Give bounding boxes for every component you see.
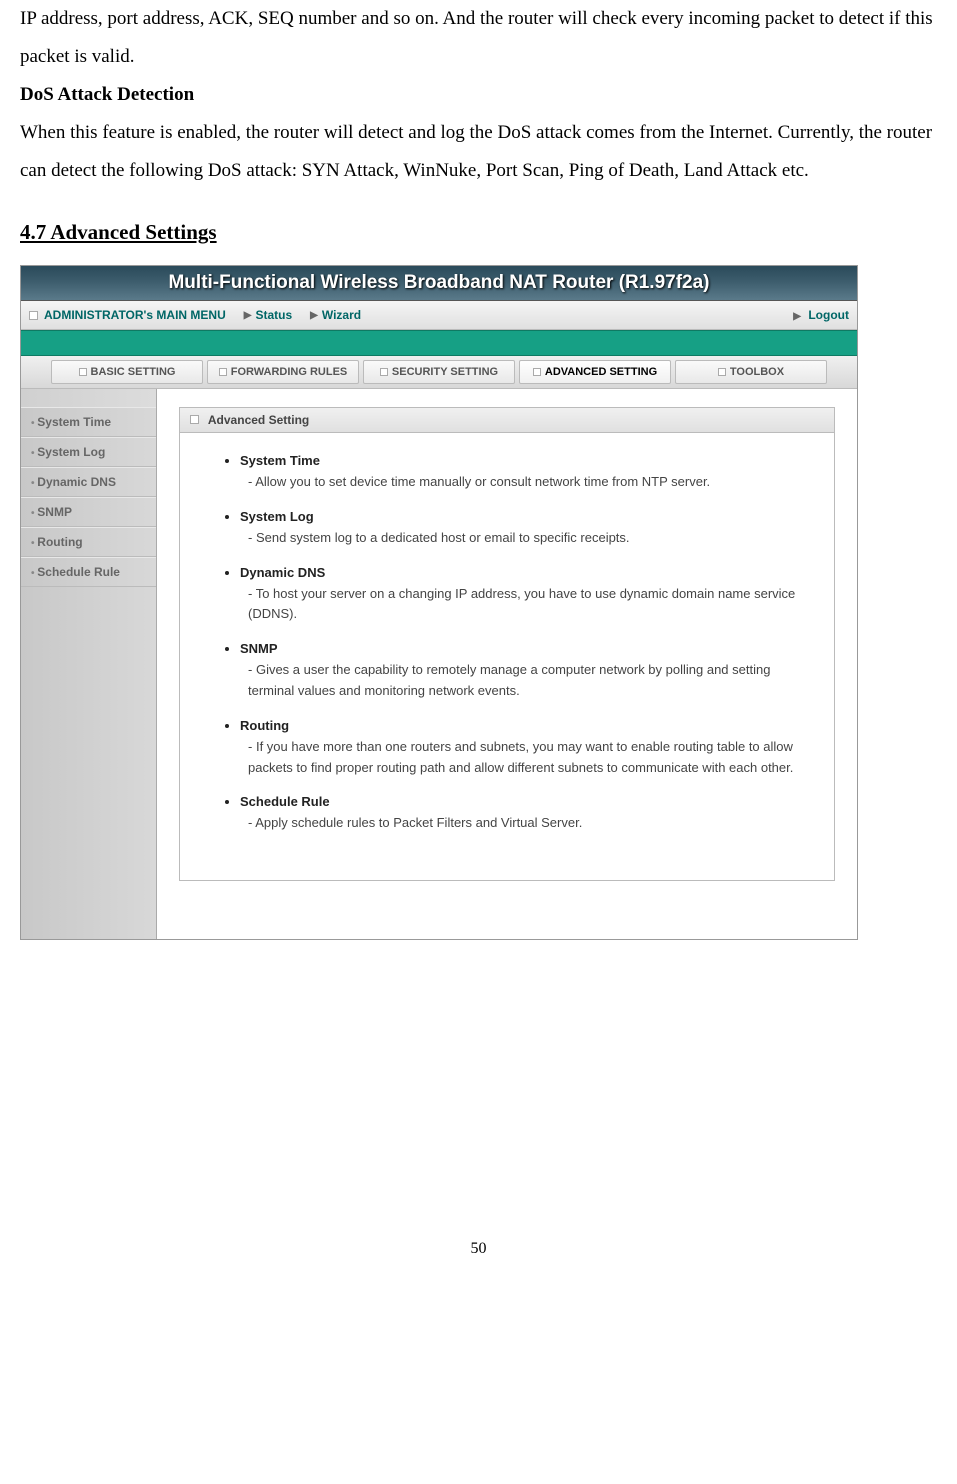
menu-logout[interactable]: Logout xyxy=(808,308,849,322)
desc-system-time: Allow you to set device time manually or… xyxy=(248,472,804,493)
item-system-time[interactable]: System Time xyxy=(240,453,804,468)
sidebar-item-dynamic-dns[interactable]: Dynamic DNS xyxy=(21,467,156,497)
sidebar-item-routing[interactable]: Routing xyxy=(21,527,156,557)
menu-status[interactable]: Status xyxy=(255,308,292,322)
arrow-icon: ▶ xyxy=(244,310,252,321)
square-icon xyxy=(718,368,726,376)
arrow-icon: ▶ xyxy=(310,310,318,321)
window-title: Multi-Functional Wireless Broadband NAT … xyxy=(21,266,857,301)
sidebar-item-system-log[interactable]: System Log xyxy=(21,437,156,467)
desc-snmp: Gives a user the capability to remotely … xyxy=(248,660,804,702)
tab-bar: BASIC SETTING FORWARDING RULES SECURITY … xyxy=(21,356,857,389)
teal-divider xyxy=(21,330,857,356)
section-heading: 4.7 Advanced Settings xyxy=(20,220,937,245)
desc-dynamic-dns: To host your server on a changing IP add… xyxy=(248,584,804,626)
desc-schedule-rule: Apply schedule rules to Packet Filters a… xyxy=(248,813,804,834)
item-snmp[interactable]: SNMP xyxy=(240,641,804,656)
paragraph-2: When this feature is enabled, the router… xyxy=(20,114,937,190)
sidebar: System Time System Log Dynamic DNS SNMP … xyxy=(21,389,157,939)
panel-title: Advanced Setting xyxy=(208,413,309,427)
arrow-icon: ▶ xyxy=(793,311,801,322)
main-menu-label[interactable]: ADMINISTRATOR's MAIN MENU xyxy=(44,308,226,322)
menu-wizard[interactable]: Wizard xyxy=(322,308,361,322)
tab-advanced-setting[interactable]: ADVANCED SETTING xyxy=(519,360,671,384)
router-admin-screenshot: Multi-Functional Wireless Broadband NAT … xyxy=(20,265,858,940)
page-number: 50 xyxy=(20,1240,937,1278)
sidebar-item-snmp[interactable]: SNMP xyxy=(21,497,156,527)
tab-forwarding-rules[interactable]: FORWARDING RULES xyxy=(207,360,359,384)
square-icon xyxy=(29,311,38,320)
desc-system-log: Send system log to a dedicated host or e… xyxy=(248,528,804,549)
main-content: Advanced Setting System Time Allow you t… xyxy=(157,389,857,939)
item-schedule-rule[interactable]: Schedule Rule xyxy=(240,794,804,809)
paragraph-1: IP address, port address, ACK, SEQ numbe… xyxy=(20,0,937,76)
desc-routing: If you have more than one routers and su… xyxy=(248,737,804,779)
main-menu-bar: ADMINISTRATOR's MAIN MENU ▶ Status ▶ Wiz… xyxy=(21,301,857,330)
square-icon xyxy=(190,415,199,424)
tab-basic-setting[interactable]: BASIC SETTING xyxy=(51,360,203,384)
item-dynamic-dns[interactable]: Dynamic DNS xyxy=(240,565,804,580)
item-routing[interactable]: Routing xyxy=(240,718,804,733)
square-icon xyxy=(533,368,541,376)
sidebar-item-schedule-rule[interactable]: Schedule Rule xyxy=(21,557,156,587)
square-icon xyxy=(219,368,227,376)
square-icon xyxy=(79,368,87,376)
square-icon xyxy=(380,368,388,376)
tab-toolbox[interactable]: TOOLBOX xyxy=(675,360,827,384)
panel-header: Advanced Setting xyxy=(180,408,834,433)
heading-dos: DoS Attack Detection xyxy=(20,76,937,114)
tab-security-setting[interactable]: SECURITY SETTING xyxy=(363,360,515,384)
item-system-log[interactable]: System Log xyxy=(240,509,804,524)
advanced-setting-panel: Advanced Setting System Time Allow you t… xyxy=(179,407,835,881)
sidebar-item-system-time[interactable]: System Time xyxy=(21,407,156,437)
